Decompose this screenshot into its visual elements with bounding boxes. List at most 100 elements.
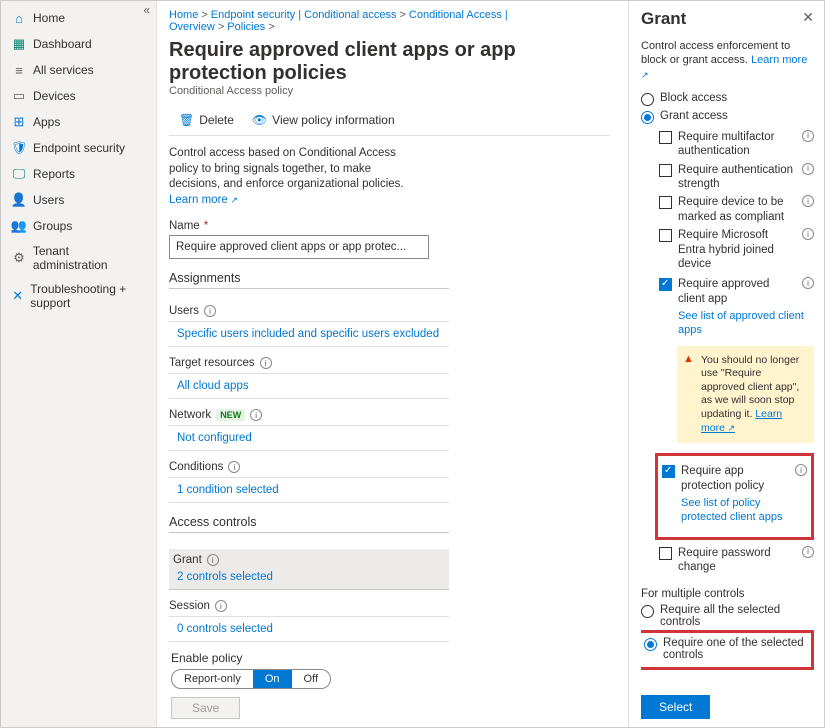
collapse-sidebar-icon[interactable]: « (143, 3, 150, 17)
conditions-value-link[interactable]: 1 condition selected (177, 484, 279, 496)
sidebar-item-tenant-administration[interactable]: ⚙Tenant administration (1, 239, 156, 277)
session-row[interactable]: Sessioni (169, 600, 449, 617)
info-icon[interactable]: i (802, 163, 814, 175)
sidebar-item-troubleshooting-support[interactable]: ✕ Troubleshooting + support (1, 277, 156, 315)
sidebar-item-apps[interactable]: ⊞Apps (1, 109, 156, 135)
nav-icon: ▦ (11, 36, 27, 52)
grant-access-radio[interactable]: Grant access (641, 110, 814, 124)
target-resources-row[interactable]: Target resourcesi (169, 357, 449, 374)
network-value-link[interactable]: Not configured (177, 432, 252, 444)
seg-report-only[interactable]: Report-only (172, 669, 253, 689)
view-policy-info-button[interactable]: 👁 View policy information (252, 113, 395, 127)
info-icon[interactable]: i (802, 130, 814, 142)
sidebar-item-home[interactable]: ⌂Home (1, 5, 156, 31)
sidebar-item-devices[interactable]: ▭Devices (1, 83, 156, 109)
sidebar-item-users[interactable]: 👤Users (1, 187, 156, 213)
seg-on[interactable]: On (253, 669, 292, 689)
info-icon[interactable]: i (250, 409, 262, 421)
sidebar-item-label: Groups (33, 219, 72, 233)
sidebar-item-reports[interactable]: 🖵 Reports (1, 161, 156, 187)
sidebar-item-all-services[interactable]: ≡ All services (1, 57, 156, 83)
bottom-bar: Enable policy Report-only On Off Save (171, 651, 624, 719)
grant-checkbox[interactable]: Require Microsoft Entra hybrid joined de… (659, 228, 814, 271)
checkbox-icon (662, 465, 675, 478)
sidebar-item-label: Dashboard (33, 37, 92, 51)
delete-button[interactable]: 🗑 Delete (179, 113, 234, 127)
name-label: Name* (169, 220, 610, 232)
sidebar-item-dashboard[interactable]: ▦ Dashboard (1, 31, 156, 57)
sidebar: « ⌂Home ▦ Dashboard ≡ All services ▭Devices⊞A… (1, 1, 157, 727)
enable-policy-label: Enable policy (171, 651, 624, 665)
seg-off[interactable]: Off (292, 669, 330, 689)
info-icon[interactable]: i (795, 464, 807, 476)
main-content: Home>Endpoint security | Conditional acc… (157, 1, 628, 727)
sidebar-item-label: Troubleshooting + support (30, 282, 146, 310)
checkbox-icon (659, 164, 672, 177)
nav-icon: ⌂ (11, 10, 27, 26)
nav-icon: 🛡 (11, 140, 27, 156)
checkbox-icon (659, 229, 672, 242)
grant-row[interactable]: Granti (169, 549, 449, 569)
checkbox-icon (659, 547, 672, 560)
delete-icon: 🗑 (179, 113, 194, 127)
assignments-header: Assignments (169, 259, 449, 289)
approved-apps-link[interactable]: See list of approved client apps (678, 310, 814, 338)
grant-checkbox[interactable]: Require multifactor authenticationi (659, 130, 814, 159)
app-protection-link[interactable]: See list of policy protected client apps (681, 497, 807, 525)
require-approved-client-app-checkbox[interactable]: Require approved client app i (659, 277, 814, 306)
highlight-require-one: Require one of the selected controls (641, 630, 814, 670)
toolbar: 🗑 Delete 👁 View policy information (169, 107, 610, 136)
grant-checkbox[interactable]: Require authentication strengthi (659, 163, 814, 192)
sidebar-item-groups[interactable]: 👥Groups (1, 213, 156, 239)
select-button[interactable]: Select (641, 695, 710, 719)
network-row[interactable]: Network NEW i (169, 409, 449, 426)
policy-description: Control access based on Conditional Acce… (169, 146, 409, 208)
info-icon[interactable]: i (802, 195, 814, 207)
require-password-change-checkbox[interactable]: Require password change i (659, 546, 814, 575)
require-app-protection-checkbox[interactable]: Require app protection policy i (662, 464, 807, 493)
nav-icon: ✕ (11, 288, 24, 304)
users-value-link[interactable]: Specific users included and specific use… (177, 328, 439, 340)
radio-icon (641, 111, 654, 124)
grant-checkbox[interactable]: Require device to be marked as compliant… (659, 195, 814, 224)
enable-policy-toggle[interactable]: Report-only On Off (171, 669, 331, 689)
grant-value-link[interactable]: 2 controls selected (177, 571, 273, 583)
page-subtitle: Conditional Access policy (169, 85, 610, 97)
checkbox-icon (659, 278, 672, 291)
radio-icon (641, 605, 654, 618)
info-icon[interactable]: i (802, 228, 814, 240)
session-value-link[interactable]: 0 controls selected (177, 623, 273, 635)
learn-more-link[interactable]: Learn more (169, 194, 238, 206)
nav-icon: 🖵 (11, 166, 27, 182)
info-icon[interactable]: i (215, 600, 227, 612)
save-button[interactable]: Save (171, 697, 240, 719)
info-icon[interactable]: i (204, 305, 216, 317)
require-all-radio[interactable]: Require all the selected controls (641, 604, 814, 628)
info-icon[interactable]: i (207, 554, 219, 566)
eye-icon: 👁 (252, 113, 267, 127)
block-access-radio[interactable]: Block access (641, 92, 814, 106)
sidebar-item-endpoint-security[interactable]: 🛡Endpoint security (1, 135, 156, 161)
info-icon[interactable]: i (260, 357, 272, 369)
breadcrumb-link[interactable]: Home (169, 9, 198, 21)
policy-name-input[interactable]: Require approved client apps or app prot… (169, 235, 429, 259)
breadcrumb-link[interactable]: Endpoint security | Conditional access (211, 9, 397, 21)
close-icon[interactable]: ✕ (802, 9, 814, 26)
info-icon[interactable]: i (802, 277, 814, 289)
conditions-row[interactable]: Conditionsi (169, 461, 449, 478)
info-icon[interactable]: i (228, 461, 240, 473)
target-value-link[interactable]: All cloud apps (177, 380, 249, 392)
breadcrumb-link[interactable]: Policies (227, 21, 265, 33)
nav-icon: ≡ (11, 62, 27, 78)
radio-icon (641, 93, 654, 106)
grant-panel: ✕ Grant Control access enforcement to bl… (628, 1, 824, 727)
access-controls-header: Access controls (169, 503, 449, 533)
deprecation-warning: You should no longer use "Require approv… (677, 346, 814, 444)
sidebar-item-label: Reports (33, 167, 75, 181)
info-icon[interactable]: i (802, 546, 814, 558)
users-row[interactable]: Usersi (169, 305, 449, 322)
radio-icon (644, 638, 657, 651)
sidebar-item-label: Tenant administration (33, 244, 146, 272)
require-one-radio[interactable]: Require one of the selected controls (644, 637, 807, 661)
sidebar-item-label: All services (33, 63, 94, 77)
